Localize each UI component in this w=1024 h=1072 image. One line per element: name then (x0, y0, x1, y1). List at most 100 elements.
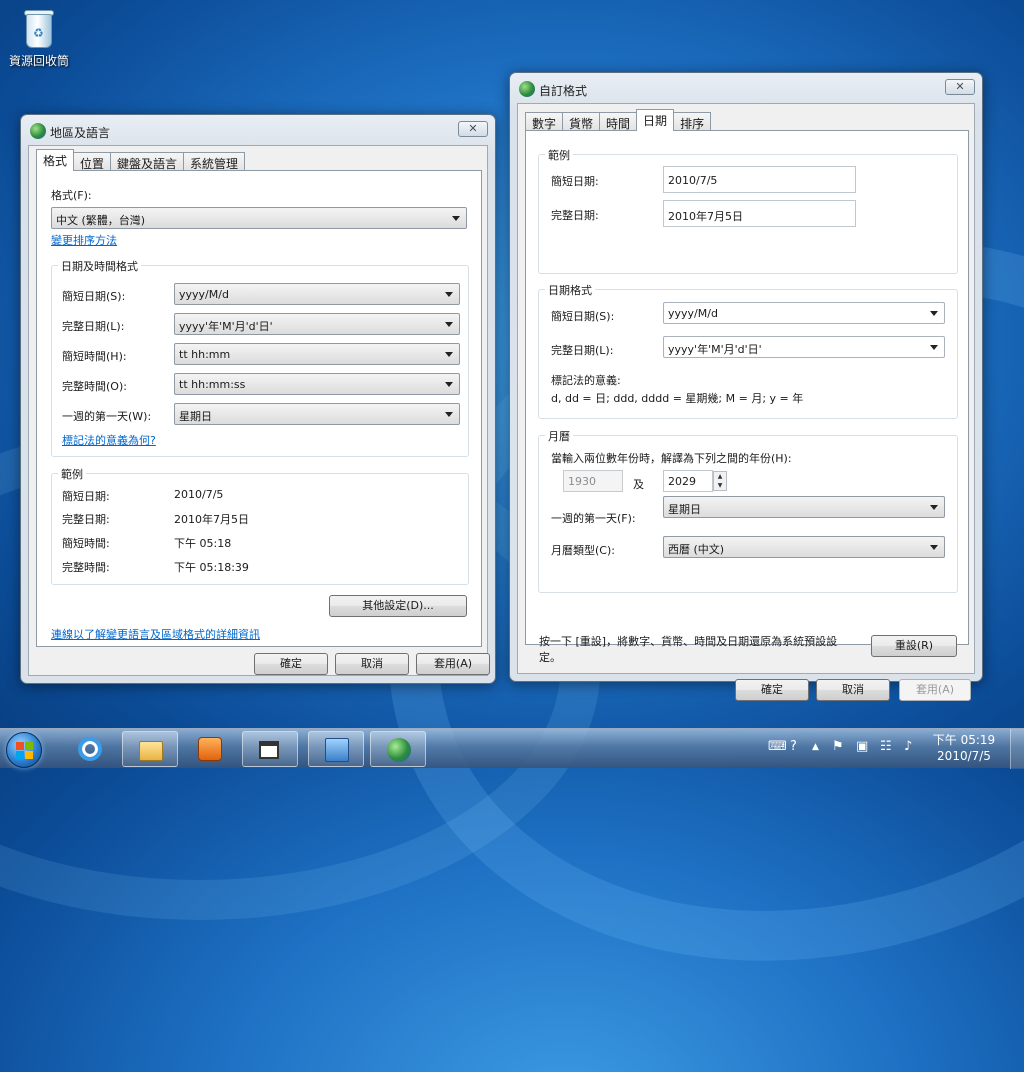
chevron-down-icon (445, 382, 453, 387)
reset-explanation-line2: 定。 (539, 651, 561, 664)
date-examples-group: 範例 簡短日期: 2010/7/5 完整日期: 2010年7月5日 (538, 147, 958, 274)
tab-time[interactable]: 時間 (599, 112, 638, 131)
region-window-titlebar[interactable]: 地區及語言 ✕ (28, 115, 488, 145)
reset-button[interactable]: 重設(R) (871, 635, 957, 657)
first-day-combo[interactable]: 星期日 (174, 403, 460, 425)
short-date-example-label: 簡短日期: (551, 175, 599, 188)
tab-numbers[interactable]: 數字 (525, 112, 564, 131)
show-desktop-button[interactable] (1010, 729, 1024, 769)
custom-ok-button[interactable]: 確定 (735, 679, 809, 701)
example-long-date-label: 完整日期: (62, 513, 110, 526)
other-settings-button[interactable]: 其他設定(D)... (329, 595, 467, 617)
datetime-group-title: 日期及時間格式 (58, 258, 141, 274)
clock-date: 2010/7/5 (937, 749, 991, 763)
windows-logo-icon (16, 742, 34, 760)
notation-text: d, dd = 日; ddd, dddd = 星期幾; M = 月; y = 年 (551, 392, 804, 405)
tab-administrative[interactable]: 系統管理 (183, 152, 246, 171)
tab-location[interactable]: 位置 (73, 152, 112, 171)
region-window-title: 地區及語言 (50, 126, 111, 140)
customize-format-window: 自訂格式 ✕ 數字 貨幣 時間 日期 排序 範例 簡短日期: 2010/7/5 … (509, 72, 983, 701)
internet-explorer-icon (78, 737, 102, 761)
long-time-combo[interactable]: tt hh:mm:ss (174, 373, 460, 395)
volume-icon[interactable]: ♪ (904, 739, 912, 754)
change-sort-link[interactable]: 變更排序方法 (51, 232, 117, 248)
region-ok-button[interactable]: 確定 (254, 653, 328, 675)
year-to-field[interactable]: 2029 (663, 470, 713, 492)
keyboard-icon[interactable]: ⌨ (768, 739, 787, 754)
example-long-date-value: 2010年7月5日 (174, 513, 249, 526)
close-icon: ✕ (468, 122, 478, 135)
region-tabs: 格式 位置 鍵盤及語言 系統管理 (36, 149, 246, 171)
format-combo-value: 中文 (繁體，台灣) (56, 214, 146, 227)
first-day-label: 一週的第一天(W): (62, 410, 152, 423)
example-short-time-label: 簡短時間: (62, 537, 110, 550)
long-date-combo-label: 完整日期(L): (551, 344, 614, 357)
recycle-bin-label: 資源回收筒 (8, 54, 69, 68)
tab-format[interactable]: 格式 (36, 149, 75, 171)
spin-down-icon[interactable]: ▼ (714, 481, 726, 490)
taskbar-window-app[interactable] (242, 731, 298, 767)
notation-title: 標記法的意義: (551, 374, 621, 387)
region-window-client: 格式 位置 鍵盤及語言 系統管理 格式(F): 中文 (繁體，台灣) 變更排序方… (28, 145, 490, 676)
example-short-date-label: 簡短日期: (62, 490, 110, 503)
short-date-format-combo[interactable]: yyyy/M/d (663, 302, 945, 324)
custom-cancel-button[interactable]: 取消 (816, 679, 890, 701)
language-format-details-link[interactable]: 連線以了解變更語言及區域格式的詳細資訊 (51, 626, 260, 642)
spin-up-icon[interactable]: ▲ (714, 472, 726, 481)
calendar-first-day-combo[interactable]: 星期日 (663, 496, 945, 518)
custom-tabs: 數字 貨幣 時間 日期 排序 (525, 109, 712, 131)
system-clock[interactable]: 下午 05:19 2010/7/5 (926, 732, 1002, 764)
region-cancel-button[interactable]: 取消 (335, 653, 409, 675)
example-long-time-value: 下午 05:18:39 (174, 561, 249, 574)
chevron-down-icon (445, 292, 453, 297)
notation-meaning-link[interactable]: 標記法的意義為何? (62, 432, 156, 448)
date-tab-pane: 範例 簡短日期: 2010/7/5 完整日期: 2010年7月5日 日期格式 簡… (525, 130, 969, 645)
tab-keyboards-languages[interactable]: 鍵盤及語言 (110, 152, 185, 171)
two-digit-year-text: 當輸入兩位數年份時，解譯為下列之間的年份(H): (551, 452, 792, 465)
network-icon[interactable]: ☷ (880, 739, 892, 754)
calendar-first-day-label: 一週的第一天(F): (551, 512, 636, 525)
reset-explanation-line1: 按一下 [重設]，將數字、貨幣、時間及日期還原為系統預設設 (539, 635, 838, 648)
close-button[interactable]: ✕ (458, 121, 488, 137)
calendar-type-value: 西曆 (中文) (668, 543, 725, 556)
short-date-combo[interactable]: yyyy/M/d (174, 283, 460, 305)
long-date-label: 完整日期(L): (62, 320, 125, 333)
media-player-icon (198, 737, 222, 761)
examples-group: 範例 簡短日期: 2010/7/5 完整日期: 2010年7月5日 簡短時間: … (51, 466, 469, 585)
example-short-date-value: 2010/7/5 (174, 488, 224, 501)
calendar-type-combo[interactable]: 西曆 (中文) (663, 536, 945, 558)
custom-window-client: 數字 貨幣 時間 日期 排序 範例 簡短日期: 2010/7/5 完整日期: 2… (517, 103, 975, 701)
taskbar-explorer[interactable] (122, 731, 178, 767)
taskbar-media-player[interactable] (182, 731, 238, 767)
region-globe-icon (387, 738, 411, 762)
tab-sorting[interactable]: 排序 (673, 112, 712, 131)
tab-currency[interactable]: 貨幣 (562, 112, 601, 131)
and-label: 及 (633, 478, 644, 491)
long-date-combo[interactable]: yyyy'年'M'月'd'日' (174, 313, 460, 335)
taskbar-ie[interactable] (62, 731, 118, 767)
close-button[interactable]: ✕ (945, 79, 975, 95)
example-long-time-label: 完整時間: (62, 561, 110, 574)
long-date-format-combo[interactable]: yyyy'年'M'月'd'日' (663, 336, 945, 358)
chevron-down-icon (930, 311, 938, 316)
file-explorer-icon (139, 741, 163, 761)
globe-icon (30, 123, 46, 139)
security-icon[interactable]: ▣ (856, 739, 868, 754)
short-time-combo[interactable]: tt hh:mm (174, 343, 460, 365)
year-spinner[interactable]: ▲ ▼ (713, 471, 727, 491)
long-time-value: tt hh:mm:ss (179, 378, 246, 391)
taskbar-region-language[interactable] (370, 731, 426, 767)
chevron-up-icon[interactable]: ▲ (812, 742, 819, 752)
region-apply-button[interactable]: 套用(A) (416, 653, 490, 675)
start-button[interactable] (6, 732, 42, 768)
recycle-bin[interactable]: ♻ 資源回收筒 (2, 6, 76, 69)
window-app-icon (259, 741, 279, 759)
taskbar-control-panel[interactable] (308, 731, 364, 767)
help-icon[interactable]: ? (790, 739, 797, 754)
custom-window-titlebar[interactable]: 自訂格式 ✕ (517, 73, 975, 103)
action-center-flag-icon[interactable]: ⚑ (832, 739, 844, 754)
format-combo[interactable]: 中文 (繁體，台灣) (51, 207, 467, 229)
short-time-label: 簡短時間(H): (62, 350, 127, 363)
short-time-value: tt hh:mm (179, 348, 231, 361)
tab-date[interactable]: 日期 (636, 109, 675, 131)
